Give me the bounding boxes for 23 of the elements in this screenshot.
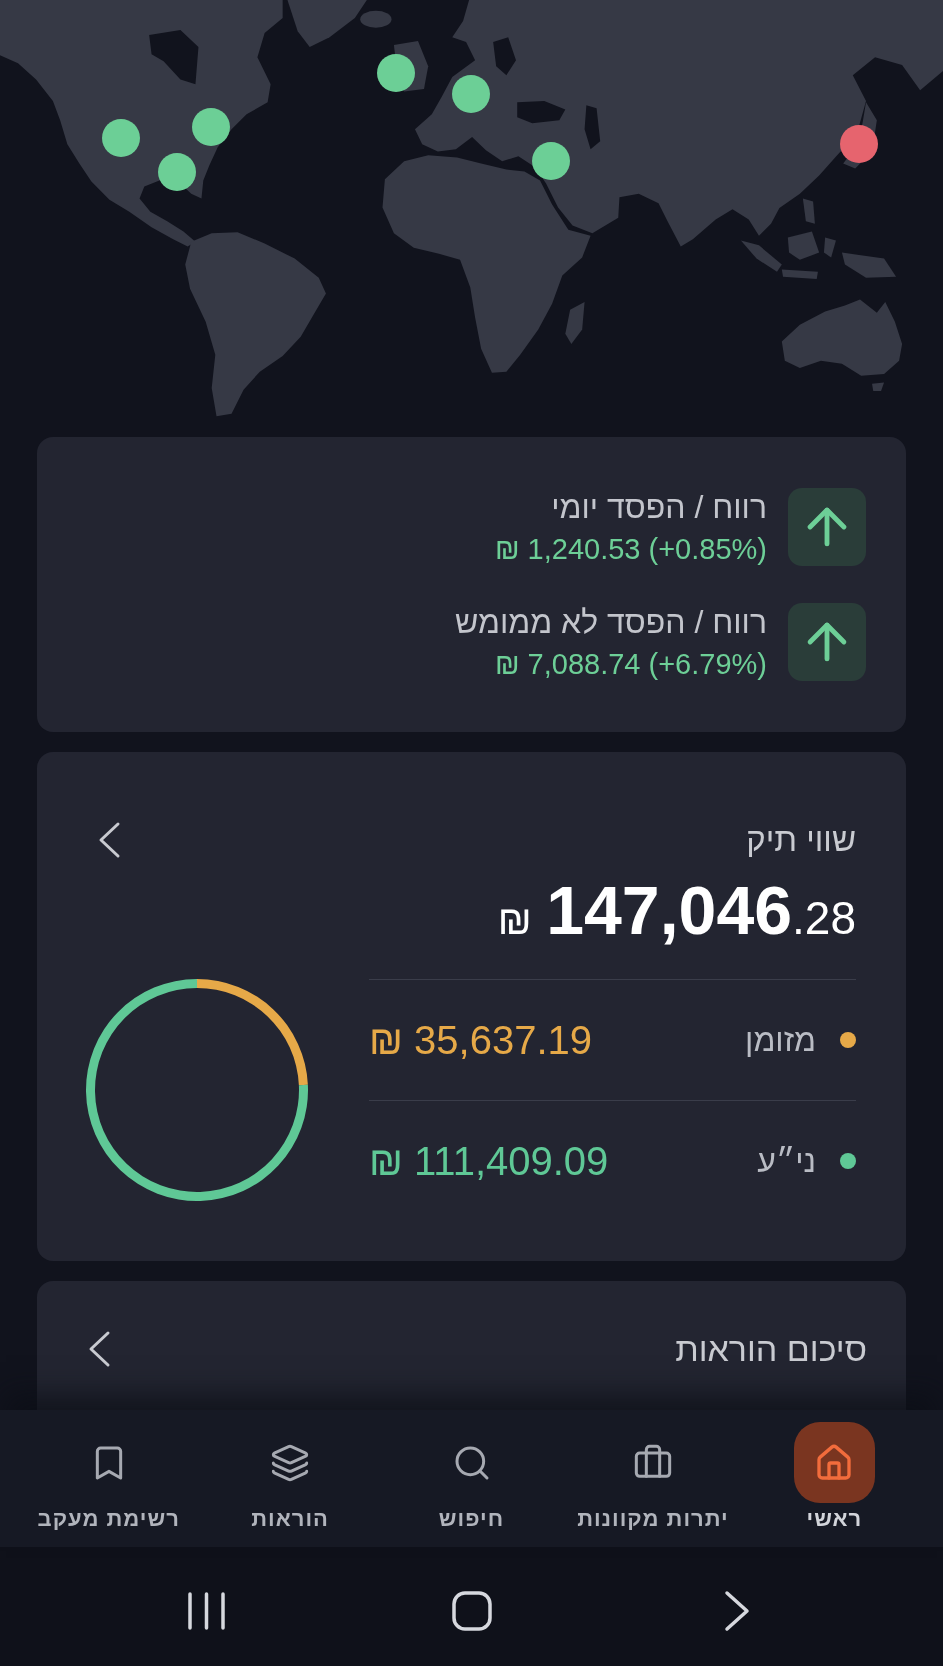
chevron-left-icon[interactable] bbox=[87, 1330, 111, 1368]
legend-amount: ₪ 35,637.19 bbox=[369, 1017, 593, 1063]
legend-label: ני״ע bbox=[757, 1142, 816, 1181]
nav-tab[interactable]: יתרות מקוונות bbox=[562, 1410, 744, 1547]
metric-value: ₪ 1,240.53 (+0.85%) bbox=[494, 532, 767, 566]
legend-label: מזומן bbox=[745, 1021, 816, 1060]
nav-tab[interactable]: רשימת מעקב bbox=[18, 1410, 200, 1547]
nav-tab[interactable]: חיפוש bbox=[380, 1410, 563, 1547]
metric-title: רווח / הפסד יומי bbox=[551, 488, 767, 526]
portfolio-total: ₪ 147,046.28 bbox=[497, 876, 856, 944]
card-title: שווי תיק bbox=[746, 820, 856, 860]
rounded-square-icon[interactable] bbox=[451, 1590, 492, 1631]
legend-amount: ₪ 111,409.09 bbox=[369, 1138, 609, 1184]
home-icon bbox=[793, 1422, 875, 1503]
chevron-right-icon[interactable] bbox=[722, 1589, 751, 1632]
layers-icon bbox=[270, 1442, 311, 1483]
metric-title: רווח / הפסד לא ממומש bbox=[454, 603, 767, 641]
metric-value: ₪ 7,088.74 (+6.79%) bbox=[494, 647, 767, 681]
nav-tab[interactable]: הוראות bbox=[199, 1410, 381, 1547]
card-title: סיכום הוראות bbox=[675, 1329, 867, 1369]
chevron-left-icon[interactable] bbox=[97, 821, 121, 859]
nav-tab[interactable]: ראשי bbox=[743, 1410, 925, 1547]
three-bars-icon[interactable] bbox=[187, 1591, 226, 1630]
